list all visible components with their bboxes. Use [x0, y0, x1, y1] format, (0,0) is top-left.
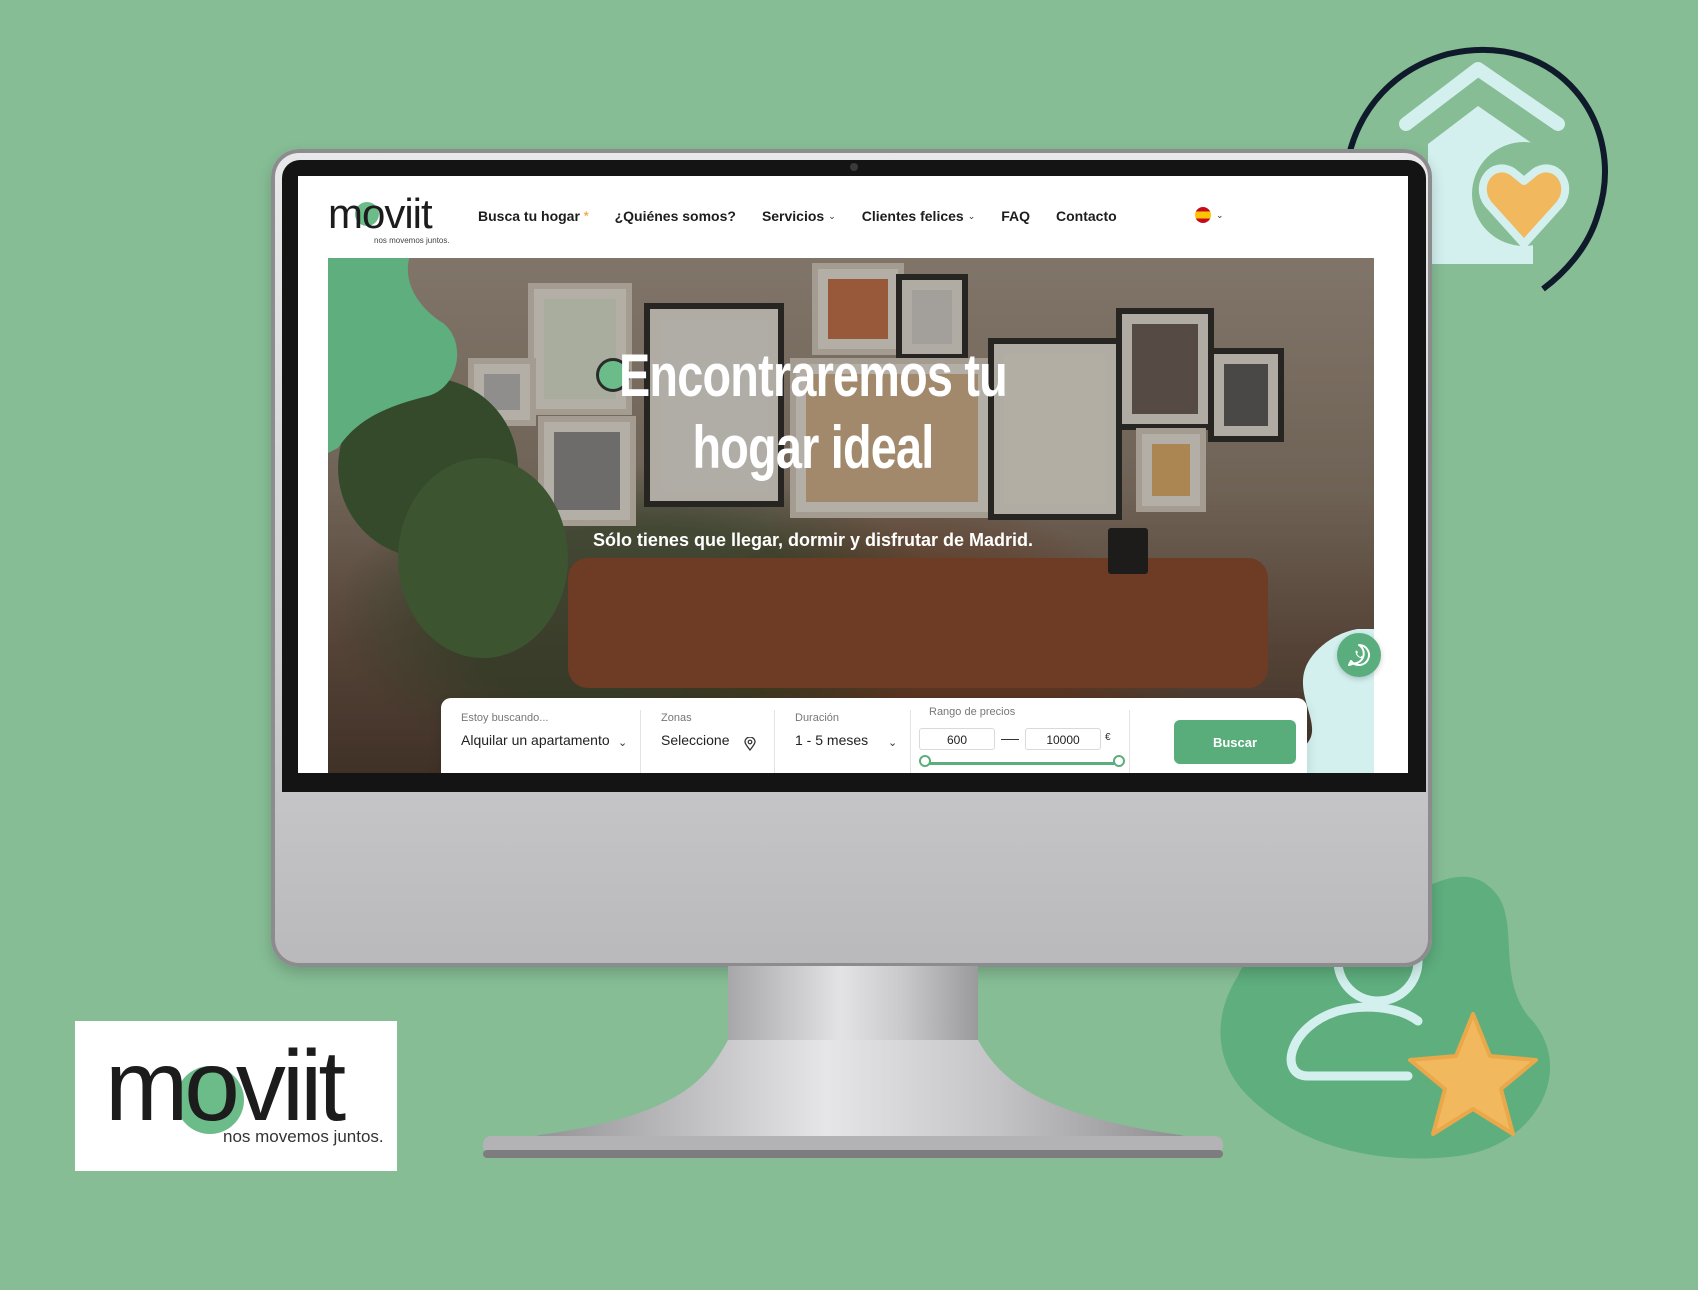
price-min-input[interactable]: 600: [919, 728, 995, 750]
search-form: Estoy buscando... Alquilar un apartament…: [441, 698, 1307, 773]
map-pin-icon: [744, 737, 756, 751]
divider: [910, 710, 911, 773]
asterisk-icon: *: [583, 209, 589, 223]
range-dash: [1001, 739, 1019, 740]
price-range-min-handle[interactable]: [919, 755, 931, 767]
price-range-max-handle[interactable]: [1113, 755, 1125, 767]
chevron-down-icon: ⌄: [967, 210, 976, 221]
whatsapp-button[interactable]: [1337, 633, 1381, 677]
language-selector[interactable]: ⌄: [1195, 207, 1224, 223]
main-menu: Busca tu hogar * ¿Quiénes somos? Servicio…: [478, 208, 1117, 224]
hero-subtitle: Sólo tienes que llegar, dormir y disfrut…: [592, 530, 1034, 550]
brand-tagline: nos movemos juntos.: [223, 1127, 384, 1146]
hero-banner: Encontraremos tu hogar ideal Sólo tienes…: [328, 258, 1374, 773]
hero-overlay: [328, 258, 1374, 773]
nav-servicios[interactable]: Servicios ⌄: [762, 208, 836, 224]
hero-title: Encontraremos tu hogar ideal: [618, 342, 1008, 481]
price-range-label: Rango de precios: [929, 706, 1016, 718]
currency-label: €: [1105, 732, 1111, 743]
nav-contacto[interactable]: Contacto: [1056, 208, 1117, 224]
divider: [1129, 710, 1130, 773]
divider: [640, 710, 641, 773]
website-screen: moviit nos movemos juntos. Busca tu hoga…: [298, 176, 1408, 773]
search-button[interactable]: Buscar: [1174, 720, 1296, 764]
price-max-input[interactable]: 10000: [1025, 728, 1101, 750]
chevron-down-icon: ⌄: [618, 737, 628, 749]
chevron-down-icon: ⌄: [828, 210, 836, 221]
looking-for-select[interactable]: Estoy buscando... Alquilar un apartament…: [461, 712, 610, 748]
moviit-logo[interactable]: moviit nos movemos juntos.: [328, 190, 450, 245]
monitor-stand-base: [483, 1040, 1223, 1158]
divider: [774, 710, 775, 773]
camera-icon: [850, 163, 858, 171]
navbar: moviit nos movemos juntos. Busca tu hoga…: [298, 176, 1408, 258]
whatsapp-icon: [1348, 644, 1370, 666]
chevron-down-icon: ⌄: [1216, 209, 1224, 220]
nav-faq[interactable]: FAQ: [1001, 208, 1030, 224]
nav-clientes-felices[interactable]: Clientes felices ⌄: [862, 208, 975, 224]
spain-flag-icon: [1195, 207, 1211, 223]
nav-busca-tu-hogar[interactable]: Busca tu hogar *: [478, 208, 589, 224]
chevron-down-icon: ⌄: [888, 737, 898, 749]
price-range-track[interactable]: [925, 762, 1117, 765]
zones-select[interactable]: Zonas Seleccione: [661, 712, 730, 748]
nav-quienes-somos[interactable]: ¿Quiénes somos?: [615, 208, 736, 224]
duration-select[interactable]: Duración 1 - 5 meses: [795, 712, 868, 748]
brand-logo-card: moviit nos movemos juntos.: [75, 1021, 397, 1171]
